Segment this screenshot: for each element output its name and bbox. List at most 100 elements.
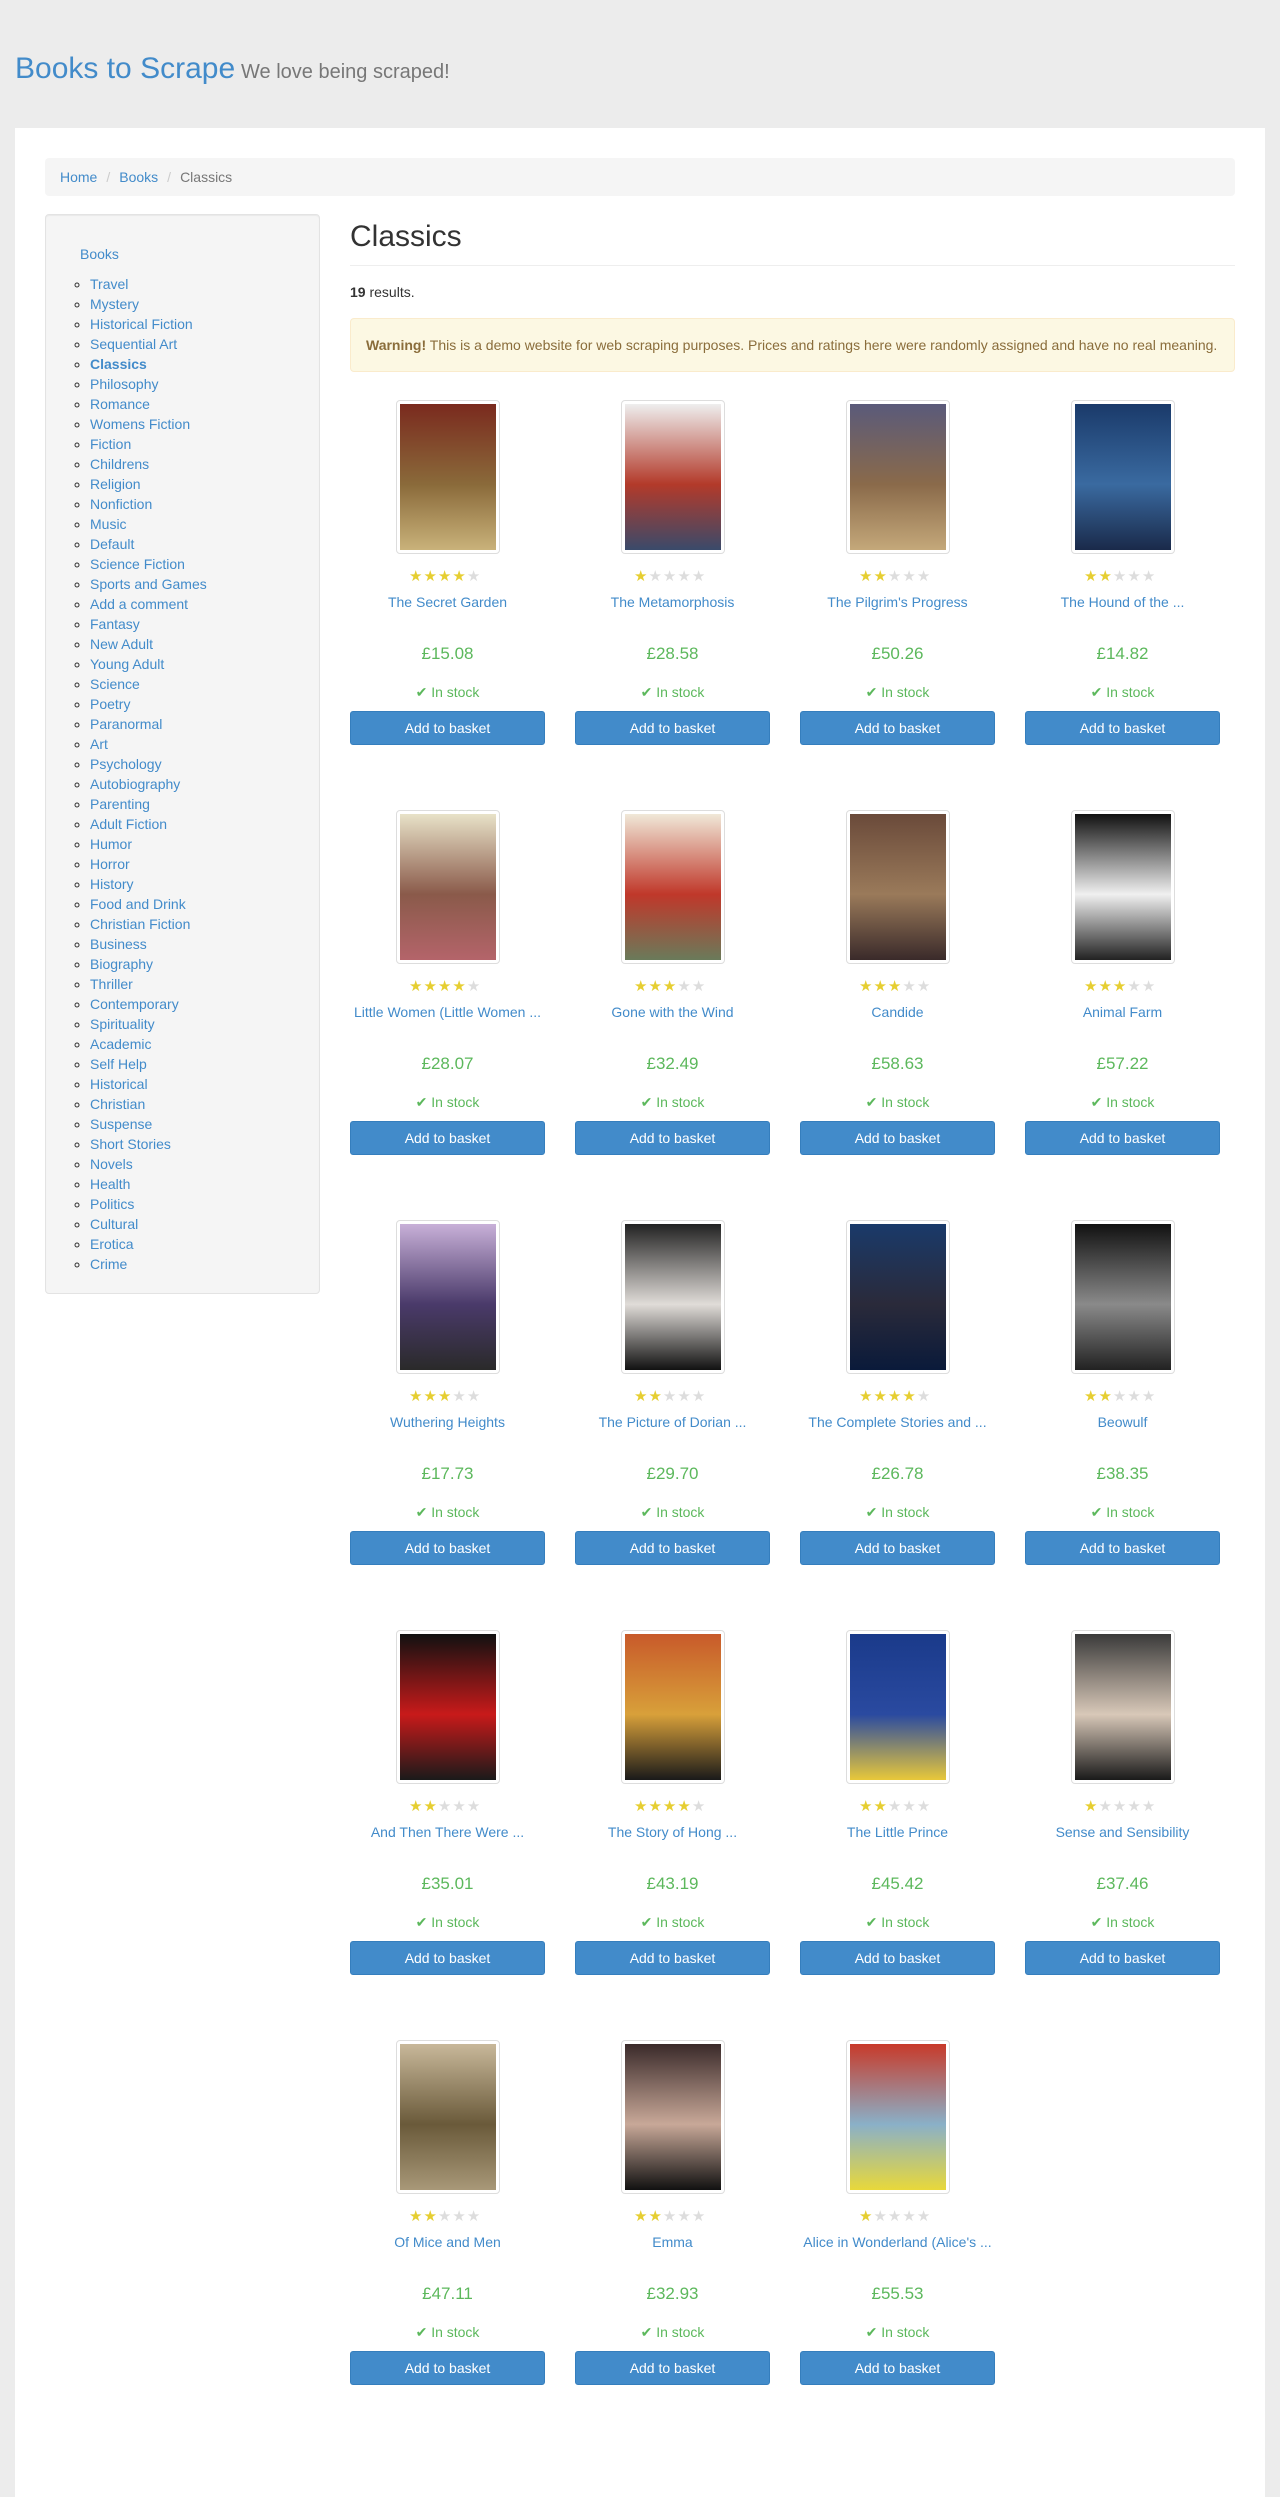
sidebar-item-link[interactable]: Default	[90, 536, 134, 552]
sidebar-item-link[interactable]: Short Stories	[90, 1136, 171, 1152]
add-to-basket-button[interactable]: Add to basket	[800, 2351, 995, 2385]
breadcrumb-books[interactable]: Books	[119, 169, 158, 185]
sidebar-item-link[interactable]: Historical Fiction	[90, 316, 193, 332]
add-to-basket-button[interactable]: Add to basket	[350, 2351, 545, 2385]
sidebar-item-link[interactable]: Crime	[90, 1256, 127, 1272]
book-cover[interactable]	[621, 1630, 725, 1784]
sidebar-item-link[interactable]: Romance	[90, 396, 150, 412]
sidebar-item-link[interactable]: Suspense	[90, 1116, 152, 1132]
book-cover[interactable]	[621, 400, 725, 554]
sidebar-item-link[interactable]: Cultural	[90, 1216, 138, 1232]
sidebar-item-link[interactable]: Womens Fiction	[90, 416, 190, 432]
sidebar-item-link[interactable]: Young Adult	[90, 656, 164, 672]
sidebar-item-link[interactable]: Fiction	[90, 436, 131, 452]
add-to-basket-button[interactable]: Add to basket	[1025, 1121, 1220, 1155]
sidebar-item-link[interactable]: Science	[90, 676, 140, 692]
book-cover[interactable]	[621, 1220, 725, 1374]
book-cover[interactable]	[1071, 1630, 1175, 1784]
sidebar-item-link[interactable]: Science Fiction	[90, 556, 185, 572]
sidebar-item-link[interactable]: Business	[90, 936, 147, 952]
add-to-basket-button[interactable]: Add to basket	[800, 711, 995, 745]
sidebar-item-link[interactable]: Philosophy	[90, 376, 159, 392]
add-to-basket-button[interactable]: Add to basket	[350, 1531, 545, 1565]
sidebar-item-link[interactable]: Christian	[90, 1096, 145, 1112]
sidebar-item-link[interactable]: Travel	[90, 276, 128, 292]
add-to-basket-button[interactable]: Add to basket	[350, 1941, 545, 1975]
add-to-basket-button[interactable]: Add to basket	[800, 1121, 995, 1155]
book-title[interactable]: Animal Farm	[1025, 1004, 1220, 1020]
sidebar-item-link[interactable]: Fantasy	[90, 616, 140, 632]
sidebar-item-link[interactable]: Contemporary	[90, 996, 179, 1012]
book-cover[interactable]	[621, 2040, 725, 2194]
sidebar-item-link[interactable]: Mystery	[90, 296, 139, 312]
book-cover[interactable]	[846, 1630, 950, 1784]
book-cover[interactable]	[1071, 810, 1175, 964]
book-cover[interactable]	[846, 400, 950, 554]
book-title[interactable]: Of Mice and Men	[350, 2234, 545, 2250]
book-title[interactable]: The Story of Hong ...	[575, 1824, 770, 1840]
book-cover[interactable]	[396, 1220, 500, 1374]
book-cover[interactable]	[396, 400, 500, 554]
sidebar-item-link[interactable]: Nonfiction	[90, 496, 152, 512]
sidebar-item-link[interactable]: History	[90, 876, 134, 892]
add-to-basket-button[interactable]: Add to basket	[350, 711, 545, 745]
sidebar-item-link[interactable]: Sports and Games	[90, 576, 207, 592]
sidebar-item-link[interactable]: Erotica	[90, 1236, 134, 1252]
sidebar-item-link[interactable]: Biography	[90, 956, 153, 972]
book-cover[interactable]	[846, 2040, 950, 2194]
add-to-basket-button[interactable]: Add to basket	[575, 1941, 770, 1975]
book-cover[interactable]	[846, 810, 950, 964]
book-title[interactable]: And Then There Were ...	[350, 1824, 545, 1840]
book-cover[interactable]	[396, 2040, 500, 2194]
sidebar-item-link[interactable]: Humor	[90, 836, 132, 852]
sidebar-item-link[interactable]: Politics	[90, 1196, 134, 1212]
book-title[interactable]: The Hound of the ...	[1025, 594, 1220, 610]
book-cover[interactable]	[621, 810, 725, 964]
book-title[interactable]: Emma	[575, 2234, 770, 2250]
sidebar-item-link[interactable]: Poetry	[90, 696, 130, 712]
book-title[interactable]: Alice in Wonderland (Alice's ...	[800, 2234, 995, 2250]
sidebar-item-link[interactable]: Classics	[90, 356, 147, 372]
add-to-basket-button[interactable]: Add to basket	[575, 711, 770, 745]
add-to-basket-button[interactable]: Add to basket	[800, 1531, 995, 1565]
book-title[interactable]: The Metamorphosis	[575, 594, 770, 610]
sidebar-item-link[interactable]: Parenting	[90, 796, 150, 812]
sidebar-item-link[interactable]: Horror	[90, 856, 130, 872]
add-to-basket-button[interactable]: Add to basket	[575, 1121, 770, 1155]
sidebar-item-link[interactable]: Self Help	[90, 1056, 147, 1072]
book-cover[interactable]	[396, 1630, 500, 1784]
add-to-basket-button[interactable]: Add to basket	[575, 1531, 770, 1565]
sidebar-item-link[interactable]: Spirituality	[90, 1016, 155, 1032]
book-title[interactable]: Wuthering Heights	[350, 1414, 545, 1430]
sidebar-item-link[interactable]: Add a comment	[90, 596, 188, 612]
book-cover[interactable]	[1071, 400, 1175, 554]
book-title[interactable]: Beowulf	[1025, 1414, 1220, 1430]
book-title[interactable]: Gone with the Wind	[575, 1004, 770, 1020]
sidebar-item-link[interactable]: Religion	[90, 476, 141, 492]
breadcrumb-home[interactable]: Home	[60, 169, 97, 185]
book-title[interactable]: The Complete Stories and ...	[800, 1414, 995, 1430]
sidebar-item-link[interactable]: Health	[90, 1176, 130, 1192]
sidebar-item-link[interactable]: Autobiography	[90, 776, 180, 792]
sidebar-item-link[interactable]: Academic	[90, 1036, 151, 1052]
sidebar-item-link[interactable]: Art	[90, 736, 108, 752]
sidebar-item-link[interactable]: Psychology	[90, 756, 162, 772]
sidebar-item-link[interactable]: Paranormal	[90, 716, 162, 732]
book-cover[interactable]	[1071, 1220, 1175, 1374]
book-title[interactable]: The Pilgrim's Progress	[800, 594, 995, 610]
sidebar-item-link[interactable]: Childrens	[90, 456, 149, 472]
book-title[interactable]: Little Women (Little Women ...	[350, 1004, 545, 1020]
book-title[interactable]: The Picture of Dorian ...	[575, 1414, 770, 1430]
book-cover[interactable]	[396, 810, 500, 964]
sidebar-item-link[interactable]: New Adult	[90, 636, 153, 652]
sidebar-item-link[interactable]: Food and Drink	[90, 896, 186, 912]
brand-link[interactable]: Books to Scrape	[15, 52, 235, 85]
sidebar-item-link[interactable]: Novels	[90, 1156, 133, 1172]
add-to-basket-button[interactable]: Add to basket	[1025, 711, 1220, 745]
add-to-basket-button[interactable]: Add to basket	[1025, 1531, 1220, 1565]
sidebar-item-link[interactable]: Sequential Art	[90, 336, 177, 352]
book-title[interactable]: The Secret Garden	[350, 594, 545, 610]
book-title[interactable]: Candide	[800, 1004, 995, 1020]
sidebar-item-link[interactable]: Adult Fiction	[90, 816, 167, 832]
book-title[interactable]: The Little Prince	[800, 1824, 995, 1840]
